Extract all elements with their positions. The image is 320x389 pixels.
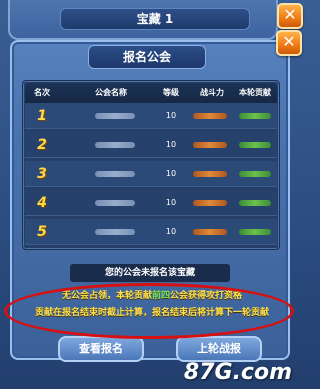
registration-status-banner: 您的公会未报名该宝藏 [70, 264, 230, 282]
dialog-title: 报名公会 [88, 45, 206, 69]
guild-name-blurred [95, 200, 135, 206]
header-rank: 名次 [34, 88, 50, 97]
rank-number: 5 [37, 224, 47, 240]
back-panel-title: 宝藏 1 [60, 8, 250, 30]
rank-number: 3 [37, 166, 47, 182]
guild-level: 10 [165, 227, 177, 236]
guild-ranking-table: 名次 公会名称 等级 战斗力 本轮贡献 1 10 2 10 3 10 4 10 … [22, 80, 280, 250]
header-guild-name: 公会名称 [95, 88, 127, 97]
notice-line-qualification: 无公会占领，本轮贡献前四公会获得攻打资格 [14, 289, 290, 303]
view-registration-button[interactable]: 查看报名 [58, 336, 144, 362]
power-blurred [193, 200, 227, 206]
notice-line-deadline: 贡献在报名结束时截止计算，报名结束后将计算下一轮贡献 [34, 308, 269, 318]
notice-text: 公会获得攻打资格 [170, 291, 243, 301]
guild-name-blurred [95, 142, 135, 148]
power-blurred [193, 113, 227, 119]
power-blurred [193, 171, 227, 177]
rank-number: 1 [37, 108, 47, 124]
contribution-blurred [239, 200, 271, 206]
contribution-blurred [239, 113, 271, 119]
guild-level: 10 [165, 198, 177, 207]
dialog-close-icon[interactable]: ✕ [276, 30, 302, 56]
last-round-report-button[interactable]: 上轮战报 [176, 336, 262, 362]
contribution-blurred [239, 142, 271, 148]
table-row[interactable]: 3 10 [25, 161, 277, 187]
header-level: 等级 [163, 88, 179, 97]
rank-number: 4 [37, 195, 47, 211]
guild-level: 10 [165, 169, 177, 178]
notice-highlight: 前四 [151, 291, 170, 301]
guild-level: 10 [165, 140, 177, 149]
power-blurred [193, 229, 227, 235]
table-row[interactable]: 1 10 [25, 103, 277, 129]
guild-name-blurred [95, 113, 135, 119]
notice-text: 无公会占领，本轮贡献 [61, 291, 152, 301]
site-watermark-logo: 87G.com [183, 360, 292, 385]
header-contribution: 本轮贡献 [239, 88, 271, 97]
header-power: 战斗力 [200, 88, 224, 97]
power-blurred [193, 142, 227, 148]
table-row[interactable]: 4 10 [25, 190, 277, 216]
contribution-blurred [239, 229, 271, 235]
back-close-icon[interactable]: ✕ [277, 3, 303, 29]
table-row[interactable]: 2 10 [25, 132, 277, 158]
rank-number: 2 [37, 137, 47, 153]
guild-level: 10 [165, 111, 177, 120]
table-row[interactable]: 5 10 [25, 219, 277, 245]
table-header: 名次 公会名称 等级 战斗力 本轮贡献 [25, 83, 277, 103]
guild-name-blurred [95, 171, 135, 177]
guild-name-blurred [95, 229, 135, 235]
back-panel: 宝藏 1 [8, 0, 278, 40]
contribution-blurred [239, 171, 271, 177]
